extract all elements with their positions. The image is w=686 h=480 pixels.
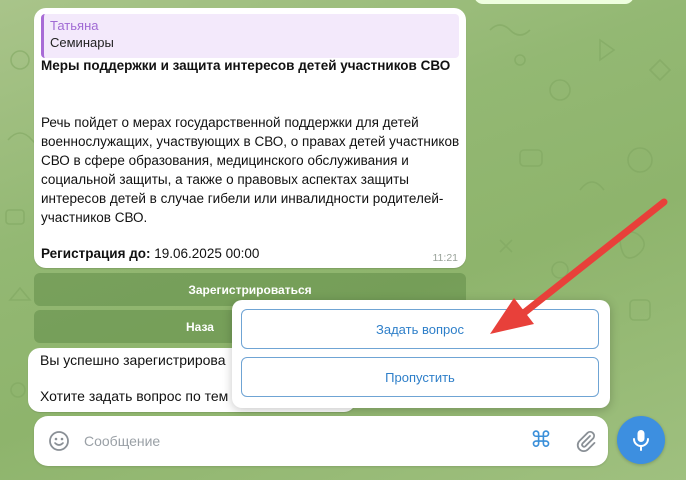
message-time: 11:21 (432, 252, 459, 264)
message-body: Речь пойдет о мерах государственной подд… (41, 115, 460, 225)
reply-preview[interactable]: Татьяна Семинары (41, 14, 459, 58)
registration-value: 19.06.2025 00:00 (150, 246, 260, 261)
bot-message-line2: Хотите задать вопрос по тем (40, 388, 229, 404)
message-input-bar: Сообщение ⌘ (34, 416, 608, 466)
registration-label: Регистрация до: (41, 246, 151, 261)
message-input[interactable]: Сообщение (84, 433, 160, 449)
seminar-message: Татьяна Семинары Меры поддержки и защита… (34, 8, 466, 268)
reply-text: Семинары (50, 35, 114, 50)
bot-message-line1: Вы успешно зарегистрирова (40, 352, 226, 368)
voice-record-button[interactable] (617, 416, 665, 464)
paperclip-icon[interactable] (574, 429, 598, 453)
reply-keyboard-popup: Задать вопрос Пропустить (232, 300, 610, 408)
ask-question-button[interactable]: Задать вопрос (241, 309, 599, 349)
previous-message-bubble (474, 0, 634, 4)
command-icon[interactable]: ⌘ (530, 428, 552, 452)
back-inline-label: Наза (186, 319, 214, 334)
smiley-icon[interactable] (48, 430, 70, 452)
reply-author: Татьяна (50, 18, 99, 33)
microphone-icon (633, 430, 649, 451)
message-title: Меры поддержки и защита интересов детей … (41, 58, 451, 73)
registration-deadline: Регистрация до: 19.06.2025 00:00 (41, 246, 259, 261)
skip-button[interactable]: Пропустить (241, 357, 599, 397)
